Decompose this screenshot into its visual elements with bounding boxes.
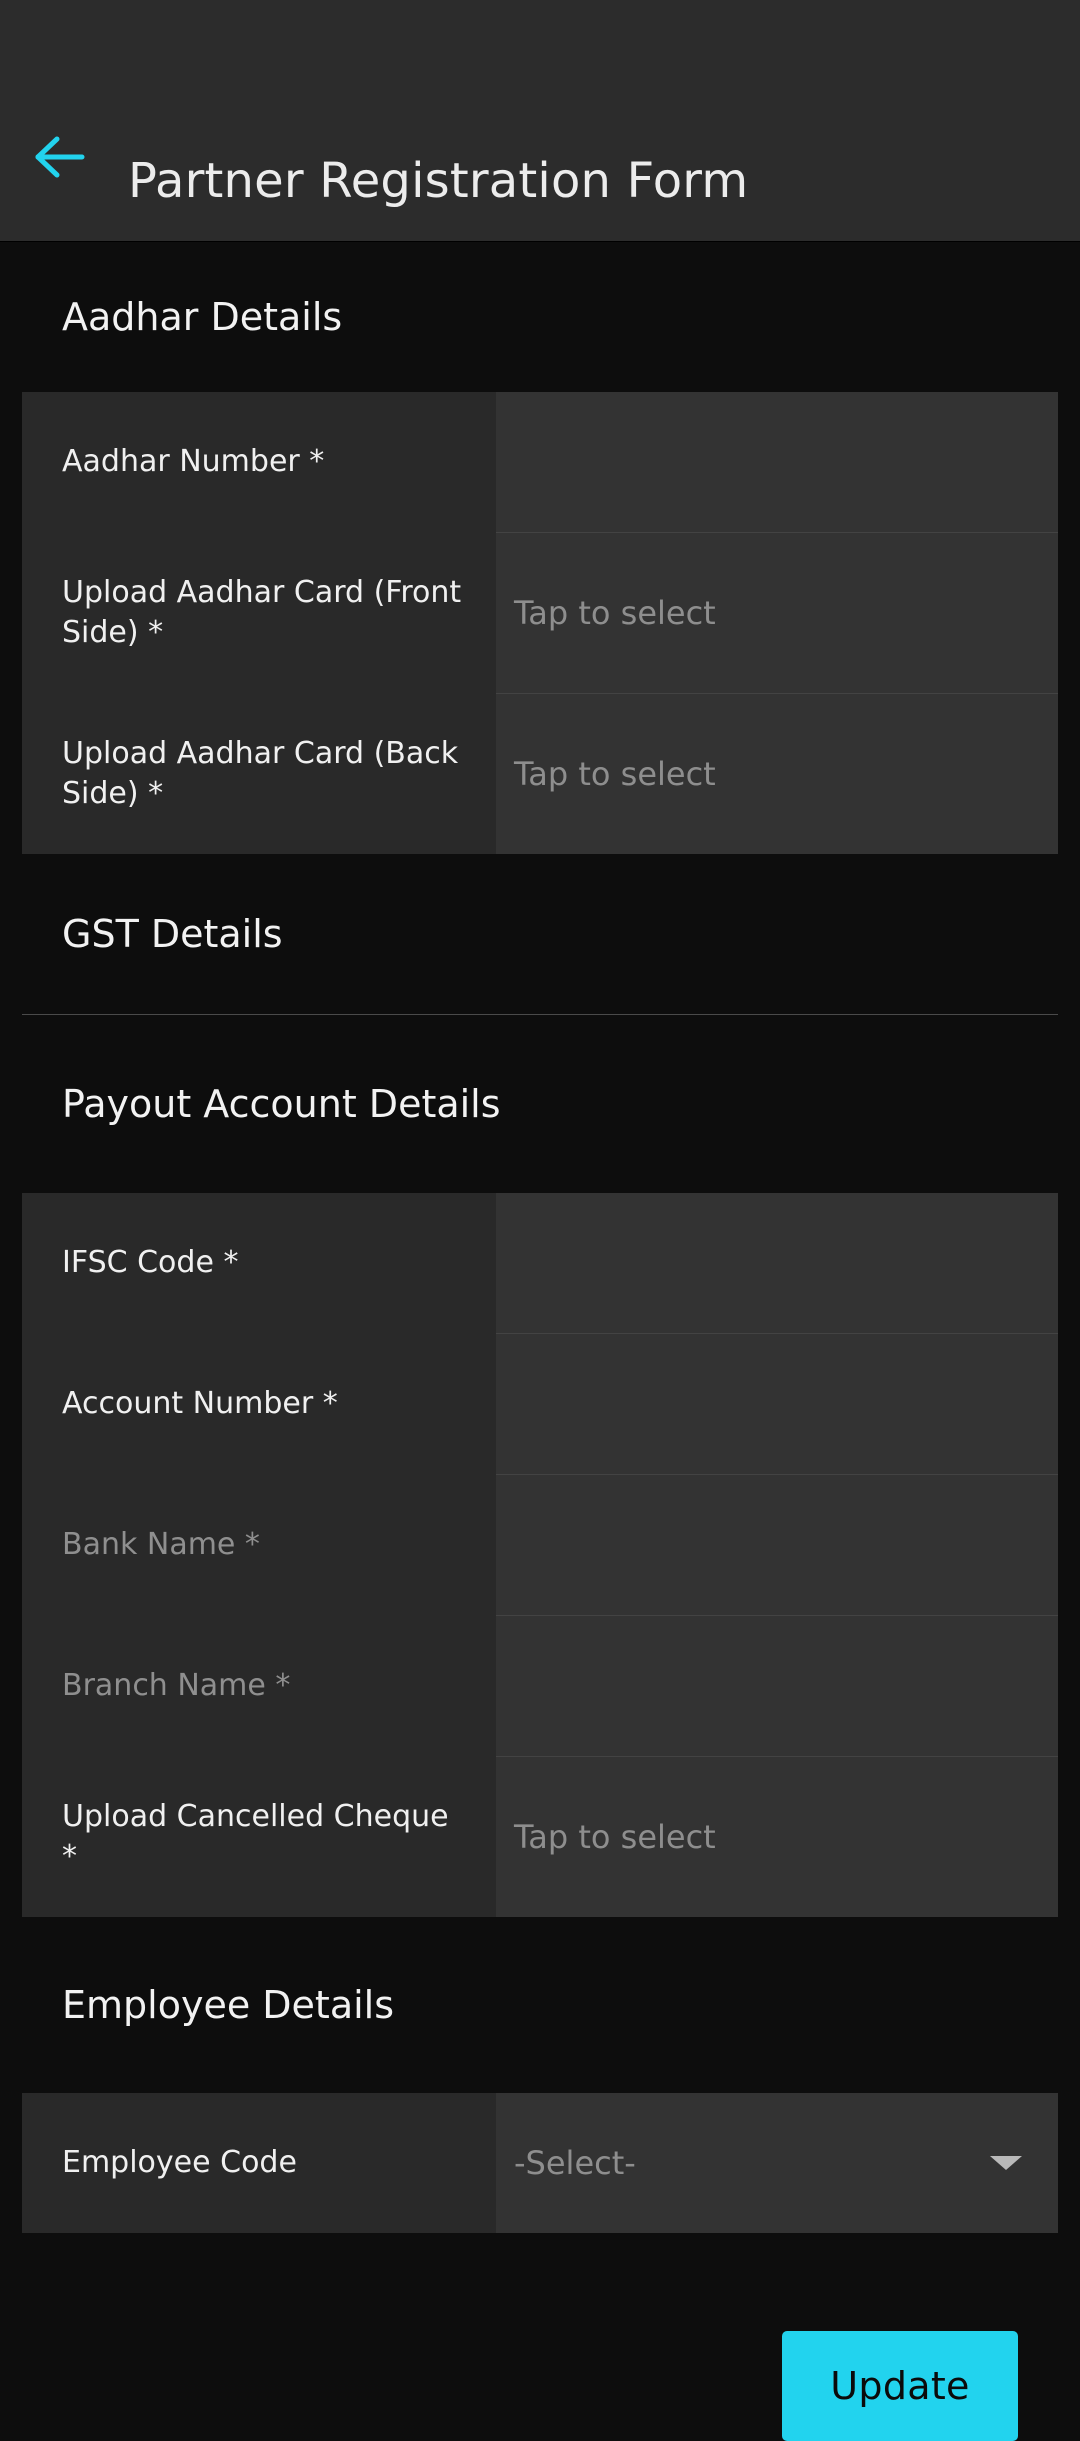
aadhar-details-table: Aadhar Number * Upload Aadhar Card (Fron… (22, 392, 1058, 854)
table-row: Aadhar Number * (22, 392, 1058, 533)
label-upload-aadhar-front: Upload Aadhar Card (Front Side) * (22, 532, 496, 694)
app-bar: Partner Registration Form (0, 0, 1080, 242)
arrow-left-icon (32, 134, 88, 180)
section-title-payout: Payout Account Details (62, 1082, 501, 1126)
table-row: Branch Name * (22, 1615, 1058, 1757)
section-title-gst: GST Details (62, 912, 283, 956)
aadhar-number-value (514, 392, 1024, 532)
form-scroll-container[interactable]: Aadhar Details Aadhar Number * Upload Aa… (0, 242, 1080, 2441)
label-branch-name: Branch Name * (22, 1615, 496, 1757)
page-title: Partner Registration Form (128, 153, 749, 209)
section-header-aadhar: Aadhar Details (0, 242, 1080, 392)
label-bank-name: Bank Name * (22, 1474, 496, 1616)
section-header-employee: Employee Details (0, 1917, 1080, 2093)
ifsc-code-value (514, 1193, 1024, 1333)
label-employee-code: Employee Code (22, 2093, 496, 2233)
table-row: Upload Aadhar Card (Back Side) * Tap to … (22, 693, 1058, 854)
upload-aadhar-front-picker[interactable]: Tap to select (496, 532, 1058, 694)
chevron-down-icon (990, 2156, 1022, 2170)
label-ifsc-code: IFSC Code * (22, 1193, 496, 1334)
label-upload-aadhar-back: Upload Aadhar Card (Back Side) * (22, 693, 496, 854)
table-row: Upload Cancelled Cheque * Tap to select (22, 1756, 1058, 1917)
branch-name-value (514, 1616, 1024, 1756)
footer-spacer (0, 2233, 1080, 2331)
label-upload-cancelled-cheque: Upload Cancelled Cheque * (22, 1756, 496, 1917)
table-row: Bank Name * (22, 1474, 1058, 1616)
bank-name-value (514, 1475, 1024, 1615)
table-row: IFSC Code * (22, 1193, 1058, 1334)
upload-cancelled-cheque-placeholder: Tap to select (514, 1818, 716, 1856)
table-row: Account Number * (22, 1333, 1058, 1475)
section-title-aadhar: Aadhar Details (62, 295, 343, 339)
upload-aadhar-back-picker[interactable]: Tap to select (496, 693, 1058, 854)
section-header-gst: GST Details (0, 854, 1080, 1014)
employee-details-table: Employee Code -Select- (22, 2093, 1058, 2233)
account-number-value (514, 1334, 1024, 1474)
label-aadhar-number: Aadhar Number * (22, 392, 496, 533)
payout-account-details-table: IFSC Code * Account Number * Bank Name *… (22, 1193, 1058, 1917)
upload-aadhar-front-placeholder: Tap to select (514, 594, 716, 632)
back-button[interactable] (0, 109, 120, 205)
form-footer: Update (0, 2331, 1080, 2441)
upload-aadhar-back-placeholder: Tap to select (514, 755, 716, 793)
section-title-employee: Employee Details (62, 1983, 395, 2027)
section-header-payout: Payout Account Details (0, 1015, 1080, 1193)
upload-cancelled-cheque-picker[interactable]: Tap to select (496, 1756, 1058, 1917)
input-aadhar-number[interactable] (496, 392, 1058, 533)
select-employee-code[interactable]: -Select- (496, 2093, 1058, 2233)
input-bank-name[interactable] (496, 1474, 1058, 1616)
input-ifsc-code[interactable] (496, 1193, 1058, 1334)
table-row: Upload Aadhar Card (Front Side) * Tap to… (22, 532, 1058, 694)
employee-code-selected-value: -Select- (514, 2144, 636, 2182)
table-row: Employee Code -Select- (22, 2093, 1058, 2233)
update-button[interactable]: Update (782, 2331, 1018, 2441)
input-account-number[interactable] (496, 1333, 1058, 1475)
input-branch-name[interactable] (496, 1615, 1058, 1757)
label-account-number: Account Number * (22, 1333, 496, 1475)
